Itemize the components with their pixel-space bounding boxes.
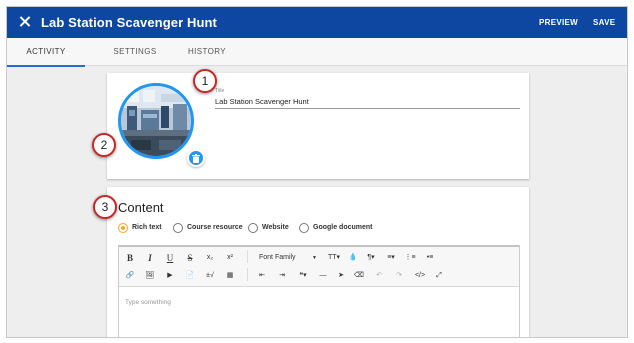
save-button[interactable]: SAVE bbox=[593, 18, 615, 27]
editor-toolbar: B I U S x₂ x² Font Family ▼ TT▾ 💧 ¶▾ ≡▾ … bbox=[119, 247, 519, 287]
app-frame: Lab Station Scavenger Hunt PREVIEW SAVE … bbox=[6, 6, 628, 338]
radio-label: Website bbox=[262, 224, 289, 231]
bold-icon[interactable]: B bbox=[123, 251, 137, 265]
quote-icon[interactable]: ❝▾ bbox=[295, 269, 311, 283]
content-card: Content Rich text Course resource Websit… bbox=[107, 187, 529, 337]
underline-icon[interactable]: U bbox=[163, 251, 177, 265]
callout-marker-3: 3 bbox=[93, 195, 117, 219]
special-characters-icon[interactable]: ±√ bbox=[203, 269, 217, 283]
align-icon[interactable]: ≡▾ bbox=[383, 251, 399, 265]
outdent-icon[interactable]: ⇤ bbox=[255, 269, 269, 283]
tab-bar: ACTIVITY SETTINGS HISTORY bbox=[7, 38, 627, 67]
toolbar-divider bbox=[247, 268, 248, 281]
link-icon[interactable]: 🔗 bbox=[123, 269, 137, 283]
title-card: Title bbox=[107, 73, 529, 179]
editor-placeholder[interactable]: Type something bbox=[125, 299, 171, 306]
radio-unselected-icon[interactable] bbox=[173, 223, 183, 233]
rich-text-editor: B I U S x₂ x² Font Family ▼ TT▾ 💧 ¶▾ ≡▾ … bbox=[118, 245, 520, 337]
fullscreen-icon[interactable]: ⤢ bbox=[433, 269, 445, 283]
undo-icon[interactable]: ↶ bbox=[373, 269, 385, 283]
image-icon[interactable]: 🖼 bbox=[143, 269, 157, 283]
toolbar-divider bbox=[247, 250, 248, 263]
strikethrough-icon[interactable]: S bbox=[183, 251, 197, 265]
font-size-icon[interactable]: TT▾ bbox=[325, 251, 343, 265]
unordered-list-icon[interactable]: •≡ bbox=[423, 251, 437, 265]
radio-label: Course resource bbox=[187, 224, 243, 231]
preview-button[interactable]: PREVIEW bbox=[539, 18, 578, 27]
radio-label: Google document bbox=[313, 224, 373, 231]
paragraph-format-icon[interactable]: ¶▾ bbox=[363, 251, 379, 265]
superscript-icon[interactable]: x² bbox=[223, 251, 237, 265]
italic-icon[interactable]: I bbox=[143, 251, 157, 265]
code-view-icon[interactable]: </> bbox=[413, 269, 427, 283]
lab-photo-avatar[interactable] bbox=[118, 83, 194, 159]
tab-settings[interactable]: SETTINGS bbox=[105, 38, 165, 66]
callout-marker-2: 2 bbox=[92, 133, 116, 157]
subscript-icon[interactable]: x₂ bbox=[203, 251, 217, 265]
content-heading: Content bbox=[118, 200, 164, 215]
page-title: Lab Station Scavenger Hunt bbox=[41, 15, 217, 30]
title-field[interactable] bbox=[215, 95, 520, 109]
title-field-label: Title bbox=[215, 88, 225, 94]
font-family-select[interactable]: Font Family ▼ bbox=[259, 252, 319, 264]
clear-formatting-icon[interactable]: ⌫ bbox=[353, 269, 365, 283]
trash-icon[interactable] bbox=[187, 149, 205, 167]
ordered-list-icon[interactable]: ⋮≡ bbox=[403, 251, 417, 265]
radio-unselected-icon[interactable] bbox=[299, 223, 309, 233]
cursor-icon[interactable]: ➤ bbox=[335, 269, 347, 283]
redo-icon[interactable]: ↷ bbox=[393, 269, 405, 283]
tab-history[interactable]: HISTORY bbox=[177, 38, 237, 66]
indent-icon[interactable]: ⇥ bbox=[275, 269, 289, 283]
radio-label: Rich text bbox=[132, 224, 162, 231]
callout-marker-1: 1 bbox=[193, 69, 217, 93]
lab-photo-image bbox=[121, 86, 191, 156]
close-icon[interactable] bbox=[17, 14, 33, 30]
horizontal-line-icon[interactable]: — bbox=[317, 269, 329, 283]
chevron-down-icon: ▼ bbox=[312, 255, 317, 261]
font-family-label: Font Family bbox=[259, 254, 296, 261]
app-header: Lab Station Scavenger Hunt PREVIEW SAVE bbox=[7, 7, 627, 38]
video-icon[interactable]: ▶ bbox=[163, 269, 177, 283]
radio-unselected-icon[interactable] bbox=[248, 223, 258, 233]
table-icon[interactable]: ▦ bbox=[223, 269, 237, 283]
tab-activity[interactable]: ACTIVITY bbox=[7, 38, 85, 67]
radio-selected-icon[interactable] bbox=[118, 223, 128, 233]
color-icon[interactable]: 💧 bbox=[347, 251, 359, 265]
file-icon[interactable]: 📄 bbox=[183, 269, 197, 283]
